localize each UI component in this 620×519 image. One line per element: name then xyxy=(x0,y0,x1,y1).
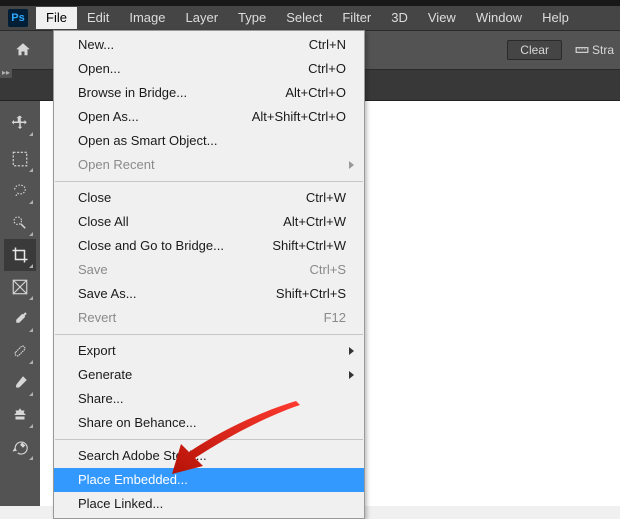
menu-item-open-as[interactable]: Open As...Alt+Shift+Ctrl+O xyxy=(54,105,364,129)
tool-marquee[interactable] xyxy=(4,143,36,175)
tool-frame[interactable] xyxy=(4,271,36,303)
menu-item-label: Generate xyxy=(78,366,346,384)
menu-item-label: Search Adobe Stock... xyxy=(78,447,346,465)
menu-item-export[interactable]: Export xyxy=(54,339,364,363)
menu-item-save: SaveCtrl+S xyxy=(54,258,364,282)
menu-item-label: Place Embedded... xyxy=(78,471,346,489)
menu-layer[interactable]: Layer xyxy=(176,7,229,29)
tool-history-brush[interactable] xyxy=(4,431,36,463)
menu-image[interactable]: Image xyxy=(119,7,175,29)
menu-item-label: Open... xyxy=(78,60,308,78)
menu-item-save-as[interactable]: Save As...Shift+Ctrl+S xyxy=(54,282,364,306)
menu-item-shortcut: Alt+Ctrl+W xyxy=(283,213,346,231)
home-button[interactable] xyxy=(10,37,36,63)
tool-healing[interactable] xyxy=(4,335,36,367)
tool-quick-select[interactable] xyxy=(4,207,36,239)
menu-item-label: Open As... xyxy=(78,108,252,126)
straighten-label: Stra xyxy=(592,43,614,57)
menu-item-label: Browse in Bridge... xyxy=(78,84,285,102)
home-icon xyxy=(14,41,32,59)
menu-item-share-on-behance[interactable]: Share on Behance... xyxy=(54,411,364,435)
menu-3d[interactable]: 3D xyxy=(381,7,418,29)
menu-item-label: Share on Behance... xyxy=(78,414,346,432)
menu-item-label: Share... xyxy=(78,390,346,408)
menu-item-place-embedded[interactable]: Place Embedded... xyxy=(54,468,364,492)
expand-arrow-icon[interactable]: ▸▸ xyxy=(0,68,12,78)
menu-filter[interactable]: Filter xyxy=(332,7,381,29)
tool-lasso[interactable] xyxy=(4,175,36,207)
menu-item-open-as-smart-object[interactable]: Open as Smart Object... xyxy=(54,129,364,153)
tool-move[interactable] xyxy=(4,107,36,139)
menu-item-shortcut: Ctrl+O xyxy=(308,60,346,78)
menu-item-label: Close xyxy=(78,189,306,207)
menu-item-label: Export xyxy=(78,342,346,360)
menu-bar: Ps File Edit Image Layer Type Select Fil… xyxy=(0,6,620,30)
menu-item-shortcut: Alt+Ctrl+O xyxy=(285,84,346,102)
menu-item-label: Revert xyxy=(78,309,324,327)
tool-crop[interactable] xyxy=(4,239,36,271)
menu-item-label: Save xyxy=(78,261,310,279)
straighten-icon xyxy=(574,43,590,57)
clear-button[interactable]: Clear xyxy=(507,40,562,60)
tool-clone-stamp[interactable] xyxy=(4,399,36,431)
menu-item-label: Open Recent xyxy=(78,156,346,174)
file-menu-dropdown: New...Ctrl+NOpen...Ctrl+OBrowse in Bridg… xyxy=(53,30,365,519)
app-icon: Ps xyxy=(8,9,28,27)
menu-help[interactable]: Help xyxy=(532,7,579,29)
menu-item-generate[interactable]: Generate xyxy=(54,363,364,387)
menu-item-place-linked[interactable]: Place Linked... xyxy=(54,492,364,516)
menu-item-open[interactable]: Open...Ctrl+O xyxy=(54,57,364,81)
menu-item-shortcut: Ctrl+S xyxy=(310,261,346,279)
menu-item-label: Open as Smart Object... xyxy=(78,132,346,150)
menu-item-label: New... xyxy=(78,36,309,54)
menu-item-shortcut: F12 xyxy=(324,309,346,327)
menu-item-shortcut: Ctrl+W xyxy=(306,189,346,207)
menu-item-close-and-go-to-bridge[interactable]: Close and Go to Bridge...Shift+Ctrl+W xyxy=(54,234,364,258)
menu-item-close[interactable]: CloseCtrl+W xyxy=(54,186,364,210)
menu-item-search-adobe-stock[interactable]: Search Adobe Stock... xyxy=(54,444,364,468)
menu-item-browse-in-bridge[interactable]: Browse in Bridge...Alt+Ctrl+O xyxy=(54,81,364,105)
menu-select[interactable]: Select xyxy=(276,7,332,29)
menu-item-shortcut: Shift+Ctrl+W xyxy=(272,237,346,255)
tool-brush[interactable] xyxy=(4,367,36,399)
tool-eyedropper[interactable] xyxy=(4,303,36,335)
menu-edit[interactable]: Edit xyxy=(77,7,119,29)
menu-item-shortcut: Alt+Shift+Ctrl+O xyxy=(252,108,346,126)
menu-type[interactable]: Type xyxy=(228,7,276,29)
menu-item-label: Place Linked... xyxy=(78,495,346,513)
menu-item-close-all[interactable]: Close AllAlt+Ctrl+W xyxy=(54,210,364,234)
menu-item-share[interactable]: Share... xyxy=(54,387,364,411)
menu-item-revert: RevertF12 xyxy=(54,306,364,330)
menu-item-shortcut: Ctrl+N xyxy=(309,36,346,54)
menu-item-new[interactable]: New...Ctrl+N xyxy=(54,33,364,57)
menu-item-label: Close All xyxy=(78,213,283,231)
toolbox xyxy=(0,101,40,506)
menu-item-shortcut: Shift+Ctrl+S xyxy=(276,285,346,303)
straighten-option[interactable]: Stra xyxy=(574,43,614,57)
menu-item-open-recent: Open Recent xyxy=(54,153,364,177)
menu-view[interactable]: View xyxy=(418,7,466,29)
menu-window[interactable]: Window xyxy=(466,7,532,29)
menu-item-label: Close and Go to Bridge... xyxy=(78,237,272,255)
menu-item-label: Save As... xyxy=(78,285,276,303)
menu-file[interactable]: File xyxy=(36,7,77,29)
